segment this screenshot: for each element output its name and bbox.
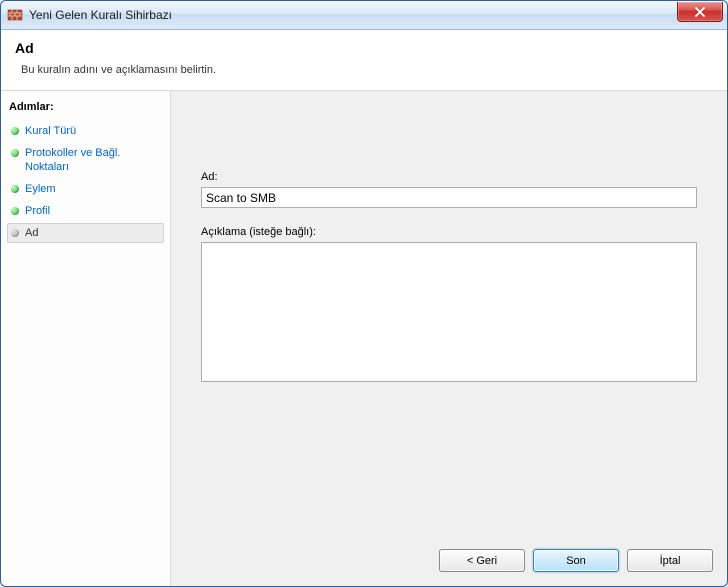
- step-rule-type[interactable]: Kural Türü: [7, 121, 164, 141]
- bullet-icon: [11, 207, 19, 215]
- bullet-icon: [11, 229, 19, 237]
- name-input[interactable]: [201, 187, 697, 208]
- cancel-button[interactable]: İptal: [627, 549, 713, 572]
- step-name[interactable]: Ad: [7, 223, 164, 243]
- back-button[interactable]: < Geri: [439, 549, 525, 572]
- step-label: Protokoller ve Bağl. Noktaları: [25, 146, 155, 174]
- steps-heading: Adımlar:: [9, 101, 162, 113]
- sidebar: Adımlar: Kural Türü Protokoller ve Bağl.…: [1, 91, 171, 586]
- page-subtitle: Bu kuralın adını ve açıklamasını belirti…: [21, 64, 713, 76]
- step-protocols-ports[interactable]: Protokoller ve Bağl. Noktaları: [7, 143, 164, 177]
- header: Ad Bu kuralın adını ve açıklamasını beli…: [1, 30, 727, 91]
- name-label: Ad:: [201, 171, 697, 183]
- titlebar: Yeni Gelen Kuralı Sihirbazı: [1, 1, 727, 30]
- form-area: Ad: Açıklama (isteğe bağlı):: [171, 91, 727, 539]
- description-textarea[interactable]: [201, 242, 697, 382]
- body: Adımlar: Kural Türü Protokoller ve Bağl.…: [1, 91, 727, 586]
- close-button[interactable]: [677, 2, 723, 22]
- bullet-icon: [11, 185, 19, 193]
- bullet-icon: [11, 127, 19, 135]
- step-action[interactable]: Eylem: [7, 179, 164, 199]
- bullet-icon: [11, 149, 19, 157]
- description-label: Açıklama (isteğe bağlı):: [201, 226, 697, 238]
- page-title: Ad: [15, 40, 713, 56]
- step-label: Profil: [25, 204, 50, 218]
- window-title: Yeni Gelen Kuralı Sihirbazı: [29, 8, 172, 22]
- close-icon: [694, 7, 706, 17]
- firewall-icon: [7, 7, 23, 23]
- step-profile[interactable]: Profil: [7, 201, 164, 221]
- wizard-window: Yeni Gelen Kuralı Sihirbazı Ad Bu kuralı…: [0, 0, 728, 587]
- finish-button[interactable]: Son: [533, 549, 619, 572]
- button-row: < Geri Son İptal: [171, 539, 727, 586]
- step-label: Eylem: [25, 182, 56, 196]
- step-label: Ad: [25, 226, 38, 240]
- main-panel: Ad: Açıklama (isteğe bağlı): < Geri Son …: [171, 91, 727, 586]
- step-label: Kural Türü: [25, 124, 76, 138]
